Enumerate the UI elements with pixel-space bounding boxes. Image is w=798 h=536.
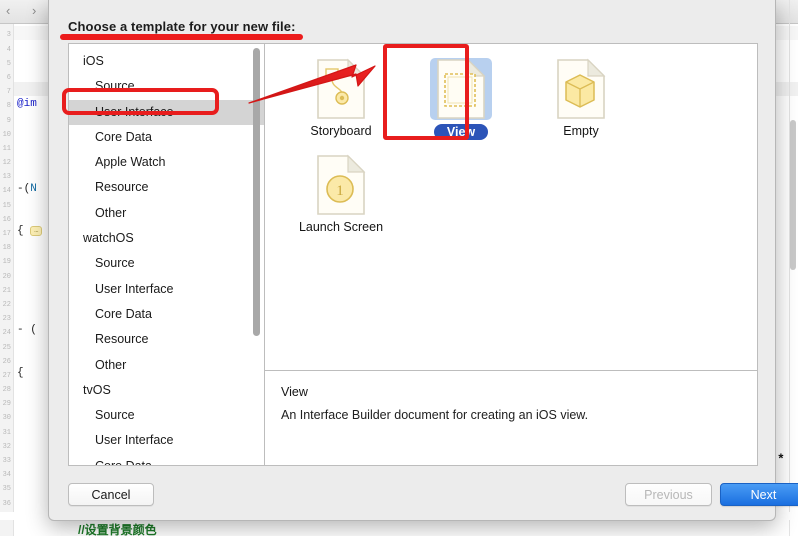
view-document-icon — [430, 58, 492, 120]
editor-line-number: 11 — [2, 144, 11, 153]
previous-button[interactable]: Previous — [625, 483, 712, 506]
category-row-core-data[interactable]: Core Data — [69, 125, 264, 150]
editor-line-number: 12 — [2, 159, 11, 168]
editor-line-number: 34 — [2, 471, 11, 480]
category-row-ios[interactable]: iOS — [69, 49, 264, 74]
description-body: An Interface Builder document for creati… — [281, 408, 589, 422]
category-row-source[interactable]: Source — [69, 403, 264, 428]
editor-line-number: 7 — [6, 88, 11, 97]
empty-cube-document-icon — [550, 58, 612, 120]
editor-line-number: 36 — [2, 499, 11, 508]
platform-category-list[interactable]: iOS Source User Interface Core Data Apple Wa… — [69, 44, 265, 465]
editor-line-number: 4 — [6, 45, 11, 54]
editor-line-number: 35 — [2, 485, 11, 494]
editor-line-number: 25 — [2, 343, 11, 352]
editor-line-number: 10 — [2, 130, 11, 139]
category-row-core-data[interactable]: Core Data — [69, 454, 264, 465]
cancel-button[interactable]: Cancel — [68, 483, 154, 506]
editor-line-number: 30 — [2, 414, 11, 423]
template-pane: Storyboard View Empty 1 Launch Screen View A… — [265, 44, 757, 465]
category-row-user-interface[interactable]: User Interface — [69, 99, 264, 125]
template-label: Launch Screen — [298, 220, 384, 234]
editor-comment-line: //设置背景颜色 — [78, 523, 157, 536]
editor-nav-arrows[interactable]: ‹ › — [6, 3, 45, 18]
editor-line-number: 33 — [2, 457, 11, 465]
editor-line-number: 3 — [6, 31, 11, 40]
editor-line-number: 31 — [2, 428, 11, 437]
template-cell-storyboard[interactable]: Storyboard — [281, 54, 401, 150]
category-row-watchos[interactable]: watchOS — [69, 226, 264, 251]
category-row-core-data[interactable]: Core Data — [69, 302, 264, 327]
editor-line-number: 23 — [2, 315, 11, 324]
code-fold-badge[interactable]: … — [30, 225, 43, 236]
editor-line-number: 16 — [2, 215, 11, 224]
editor-line-number: 29 — [2, 400, 11, 409]
launch-screen-document-icon: 1 — [310, 154, 372, 216]
editor-line-number: 24 — [2, 329, 11, 338]
editor-line-number: 18 — [2, 244, 11, 253]
template-grid[interactable]: Storyboard View Empty 1 Launch Screen — [265, 44, 757, 371]
category-row-resource[interactable]: Resource — [69, 175, 264, 200]
category-row-apple-watch[interactable]: Apple Watch — [69, 150, 264, 175]
editor-line-number: 26 — [2, 357, 11, 366]
editor-line-number: 19 — [2, 258, 11, 267]
editor-line-number: 15 — [2, 201, 11, 210]
description-title: View — [281, 385, 308, 399]
template-description: View An Interface Builder document for c… — [265, 371, 757, 465]
editor-line-number: 5 — [6, 59, 11, 68]
storyboard-document-icon — [310, 58, 372, 120]
screen-root: 1234567891011121314151617181920212223242… — [0, 0, 798, 536]
template-cell-launch-screen[interactable]: 1 Launch Screen — [281, 150, 401, 246]
editor-gutter: 1234567891011121314151617181920212223242… — [0, 0, 14, 536]
editor-line-number: 32 — [2, 442, 11, 451]
category-row-other[interactable]: Other — [69, 201, 264, 226]
template-cell-empty[interactable]: Empty — [521, 54, 641, 150]
template-chooser-panel: iOS Source User Interface Core Data Apple Wa… — [68, 43, 758, 466]
template-cell-view[interactable]: View — [401, 54, 521, 150]
category-row-user-interface[interactable]: User Interface — [69, 277, 264, 302]
next-button[interactable]: Next — [720, 483, 798, 506]
editor-line-number: 13 — [2, 173, 11, 182]
editor-line-number: 20 — [2, 272, 11, 281]
category-row-resource[interactable]: Resource — [69, 327, 264, 352]
editor-line-number: 9 — [6, 116, 11, 125]
editor-line-number: 8 — [6, 102, 11, 111]
editor-line-number: 14 — [2, 187, 11, 196]
category-scrollbar-thumb[interactable] — [253, 48, 260, 336]
category-row-user-interface[interactable]: User Interface — [69, 428, 264, 453]
dialog-title: Choose a template for your new file: — [68, 19, 296, 34]
template-label: View — [433, 124, 489, 140]
category-row-tvos[interactable]: tvOS — [69, 378, 264, 403]
editor-line-number: 28 — [2, 386, 11, 395]
editor-line-number: 22 — [2, 300, 11, 309]
template-label: Storyboard — [310, 124, 372, 138]
editor-line-number: 17 — [2, 230, 11, 238]
editor-line-number: 21 — [2, 286, 11, 295]
template-label: Empty — [563, 124, 599, 138]
category-row-source[interactable]: Source — [69, 74, 264, 99]
editor-asterisk-marker: * — [777, 452, 785, 467]
editor-line-number: 27 — [2, 371, 11, 380]
new-file-template-dialog: Choose a template for your new file: iOS… — [48, 0, 798, 521]
category-row-source[interactable]: Source — [69, 251, 264, 276]
category-row-other[interactable]: Other — [69, 353, 264, 378]
editor-line-number: 6 — [6, 73, 11, 82]
editor-scrollbar-thumb[interactable] — [790, 120, 796, 270]
svg-text:1: 1 — [336, 183, 344, 199]
